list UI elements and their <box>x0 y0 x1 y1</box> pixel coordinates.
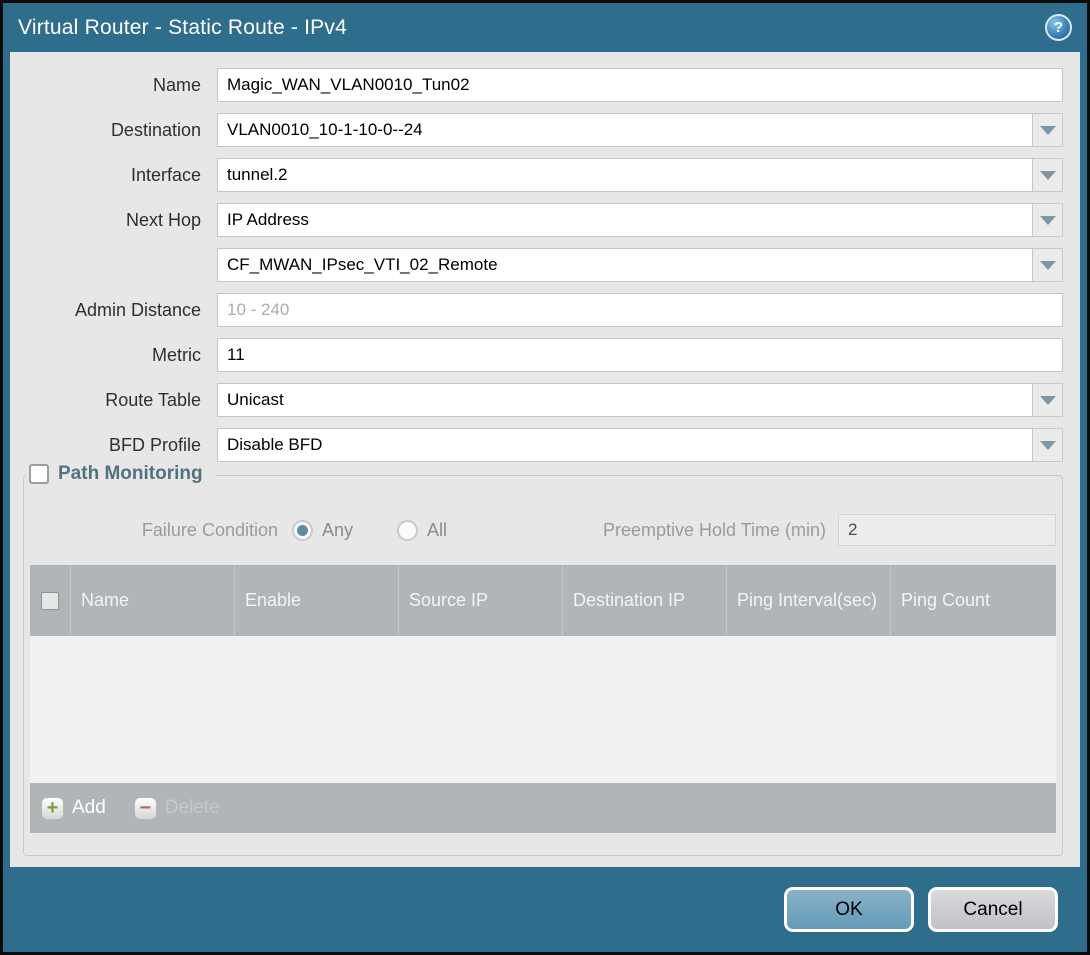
column-header-ping-count[interactable]: Ping Count <box>890 565 1056 636</box>
route-table-input[interactable] <box>217 383 1033 417</box>
help-icon[interactable]: ? <box>1045 14 1072 41</box>
metric-row: Metric <box>23 338 1063 372</box>
bfd-profile-row: BFD Profile <box>23 428 1063 462</box>
minus-icon: − <box>139 799 151 817</box>
table-toolbar: + Add − Delete <box>30 783 1056 833</box>
admin-distance-row: Admin Distance <box>23 293 1063 327</box>
interface-label: Interface <box>23 165 201 186</box>
dialog-footer: OK Cancel <box>3 867 1087 952</box>
cancel-button[interactable]: Cancel <box>928 887 1058 932</box>
interface-dropdown-button[interactable] <box>1033 158 1063 192</box>
preemptive-hold-time-input[interactable] <box>838 514 1056 546</box>
column-header-destination-ip[interactable]: Destination IP <box>562 565 726 636</box>
chevron-down-icon <box>1040 171 1056 180</box>
chevron-down-icon <box>1040 261 1056 270</box>
next-hop-label: Next Hop <box>23 210 201 231</box>
select-all-cell <box>30 565 70 636</box>
failure-condition-any-radio[interactable] <box>292 520 313 541</box>
next-hop-row: Next Hop <box>23 203 1063 237</box>
failure-condition-all-label: All <box>427 520 447 541</box>
chevron-down-icon <box>1040 126 1056 135</box>
admin-distance-label: Admin Distance <box>23 300 201 321</box>
delete-icon: − <box>134 797 157 820</box>
failure-condition-label: Failure Condition <box>30 520 278 541</box>
table-header: Name Enable Source IP Destination IP Pin… <box>30 565 1056 636</box>
destination-label: Destination <box>23 120 201 141</box>
next-hop-address-row <box>23 248 1063 282</box>
metric-label: Metric <box>23 345 201 366</box>
destination-row: Destination <box>23 113 1063 147</box>
plus-icon: + <box>47 798 59 818</box>
dialog-content: Name Destination Interface <box>10 52 1080 867</box>
path-monitoring-legend: Path Monitoring <box>26 463 215 485</box>
name-input[interactable] <box>217 68 1063 102</box>
admin-distance-input[interactable] <box>217 293 1063 327</box>
failure-condition-row: Failure Condition Any All Preemptive Hol… <box>30 514 1056 546</box>
path-monitoring-section: Path Monitoring Failure Condition Any Al… <box>23 475 1063 856</box>
path-monitoring-table: Name Enable Source IP Destination IP Pin… <box>30 565 1056 833</box>
next-hop-address-input[interactable] <box>217 248 1033 282</box>
preemptive-hold-time-label: Preemptive Hold Time (min) <box>603 520 826 541</box>
destination-dropdown-button[interactable] <box>1033 113 1063 147</box>
table-body-empty <box>30 636 1056 783</box>
delete-button[interactable]: − Delete <box>134 797 220 820</box>
add-button-label: Add <box>72 797 106 819</box>
failure-condition-all-radio[interactable] <box>397 520 418 541</box>
title-bar: Virtual Router - Static Route - IPv4 ? <box>3 3 1087 52</box>
column-header-enable[interactable]: Enable <box>234 565 398 636</box>
route-table-label: Route Table <box>23 390 201 411</box>
route-table-row: Route Table <box>23 383 1063 417</box>
destination-input[interactable] <box>217 113 1033 147</box>
column-header-ping-interval[interactable]: Ping Interval(sec) <box>726 565 890 636</box>
failure-condition-any-label: Any <box>322 520 353 541</box>
next-hop-dropdown-button[interactable] <box>1033 203 1063 237</box>
bfd-profile-input[interactable] <box>217 428 1033 462</box>
chevron-down-icon <box>1040 216 1056 225</box>
interface-input[interactable] <box>217 158 1033 192</box>
chevron-down-icon <box>1040 396 1056 405</box>
interface-row: Interface <box>23 158 1063 192</box>
path-monitoring-title: Path Monitoring <box>58 463 203 485</box>
static-route-dialog: Virtual Router - Static Route - IPv4 ? N… <box>0 0 1090 955</box>
route-table-dropdown-button[interactable] <box>1033 383 1063 417</box>
column-header-source-ip[interactable]: Source IP <box>398 565 562 636</box>
name-row: Name <box>23 68 1063 102</box>
help-icon-glyph: ? <box>1054 19 1063 36</box>
path-monitoring-checkbox[interactable] <box>29 464 49 484</box>
column-header-name[interactable]: Name <box>70 565 234 636</box>
chevron-down-icon <box>1040 441 1056 450</box>
dialog-title: Virtual Router - Static Route - IPv4 <box>18 16 1045 40</box>
add-icon: + <box>41 797 64 820</box>
select-all-checkbox[interactable] <box>41 592 59 610</box>
metric-input[interactable] <box>217 338 1063 372</box>
bfd-profile-label: BFD Profile <box>23 435 201 456</box>
delete-button-label: Delete <box>165 797 220 819</box>
bfd-profile-dropdown-button[interactable] <box>1033 428 1063 462</box>
next-hop-type-input[interactable] <box>217 203 1033 237</box>
name-label: Name <box>23 75 201 96</box>
add-button[interactable]: + Add <box>41 797 106 820</box>
ok-button[interactable]: OK <box>784 887 914 932</box>
next-hop-address-dropdown-button[interactable] <box>1033 248 1063 282</box>
